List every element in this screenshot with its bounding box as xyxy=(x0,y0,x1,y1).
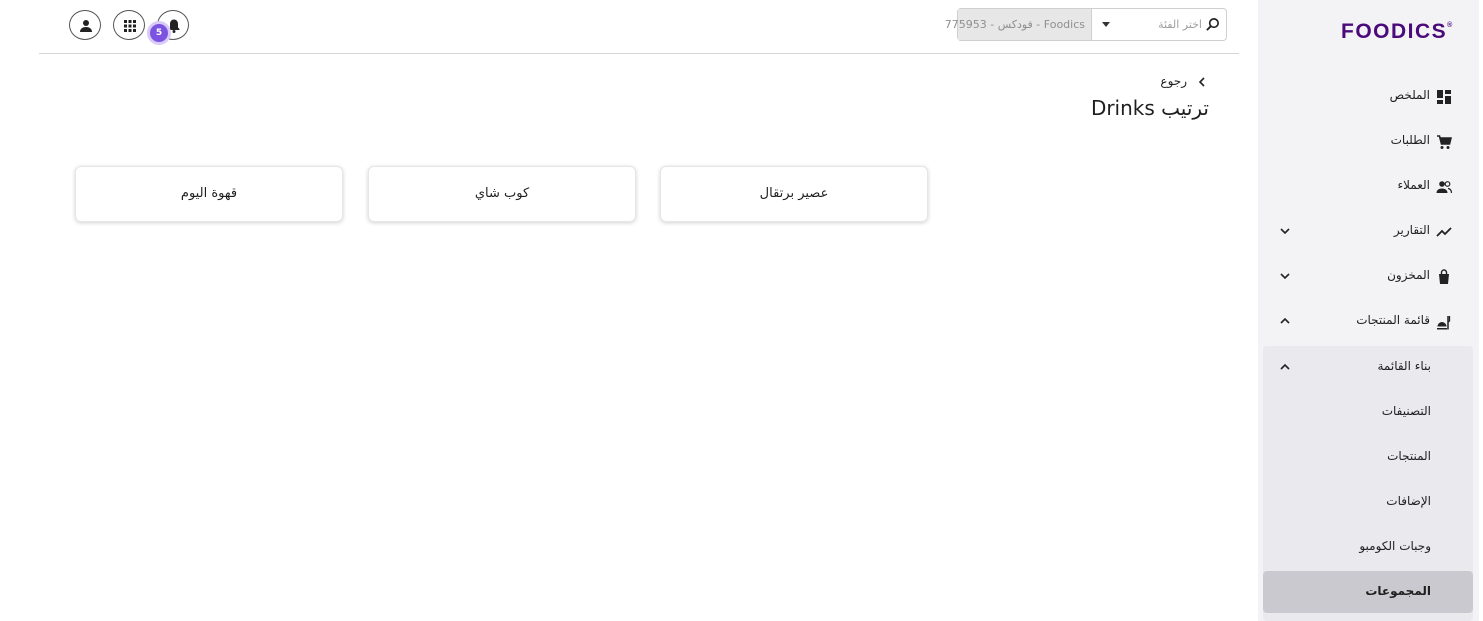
sidebar-item-label: التقارير xyxy=(1393,223,1430,237)
card-label: كوب شاي xyxy=(474,186,530,201)
sidebar: FOODICS® الملخص الطلبات العملاء التقارير… xyxy=(1258,0,1479,621)
back-label: رجوع xyxy=(1160,74,1187,88)
chevron-down-icon[interactable] xyxy=(1278,224,1292,238)
sidebar-item-customers[interactable]: العملاء xyxy=(1258,165,1479,209)
search-placeholder[interactable]: اختر الفئة xyxy=(1158,18,1202,31)
submenu-item-products[interactable]: المنتجات xyxy=(1263,436,1473,478)
search-icon xyxy=(1206,18,1219,31)
profile-button[interactable] xyxy=(69,10,101,40)
submenu-item-modifiers[interactable]: الإضافات xyxy=(1263,481,1473,523)
submenu-item-combos[interactable]: وجبات الكومبو xyxy=(1263,526,1473,568)
category-search[interactable]: 775953 - فودكس - Foodics اختر الفئة xyxy=(945,8,1227,41)
submenu-item-label: الإضافات xyxy=(1386,494,1431,508)
sortable-card[interactable]: عصير برتقال xyxy=(660,166,928,222)
bag-icon xyxy=(1439,269,1449,284)
submenu-item-categories[interactable]: التصنيفات xyxy=(1263,391,1473,433)
people-icon xyxy=(1436,181,1452,194)
trend-icon xyxy=(1436,227,1452,237)
submenu-item-groups[interactable]: المجموعات xyxy=(1263,571,1473,613)
sidebar-item-inventory[interactable]: المخزون xyxy=(1258,255,1479,299)
submenu-title: بناء القائمة xyxy=(1377,359,1431,373)
submenu-item-label: التصنيفات xyxy=(1381,404,1431,418)
back-link[interactable]: رجوع xyxy=(1150,74,1208,92)
chevron-down-icon[interactable] xyxy=(1278,269,1292,283)
dashboard-icon xyxy=(1437,90,1451,104)
logo-text: FOODICS xyxy=(1341,20,1448,43)
bell-icon xyxy=(168,19,180,33)
submenu-item-label: وجبات الكومبو xyxy=(1359,539,1431,553)
chevron-up-icon[interactable] xyxy=(1278,360,1292,374)
caret-down-icon[interactable] xyxy=(1102,22,1110,28)
sidebar-item-label: المخزون xyxy=(1387,268,1430,282)
menu-food-icon xyxy=(1437,316,1451,330)
submenu-header-build-menu[interactable]: بناء القائمة xyxy=(1263,346,1473,388)
top-bar: 5 775953 - فودكس - Foodics اختر الفئة xyxy=(39,0,1239,54)
sidebar-item-summary[interactable]: الملخص xyxy=(1258,75,1479,119)
chevron-up-icon[interactable] xyxy=(1278,314,1292,328)
sidebar-item-reports[interactable]: التقارير xyxy=(1258,210,1479,254)
account-select[interactable]: 775953 - فودكس - Foodics xyxy=(945,9,1092,40)
submenu-item-label: المجموعات xyxy=(1365,584,1431,598)
sidebar-item-menu[interactable]: قائمة المنتجات xyxy=(1258,300,1479,344)
apps-button[interactable] xyxy=(113,10,145,40)
notification-count-badge: 5 xyxy=(150,24,168,42)
account-select-value: 775953 - فودكس - Foodics xyxy=(944,18,1085,31)
user-icon xyxy=(80,20,92,32)
sidebar-item-label: قائمة المنتجات xyxy=(1356,313,1430,327)
sortable-card[interactable]: كوب شاي xyxy=(368,166,636,222)
page-title: ترتيب Drinks xyxy=(1090,96,1209,120)
sidebar-item-label: الطلبات xyxy=(1390,133,1430,147)
logo-mark: ® xyxy=(1447,22,1454,29)
sidebar-item-label: العملاء xyxy=(1397,178,1430,192)
card-label: قهوة اليوم xyxy=(180,186,238,201)
submenu-item-label: المنتجات xyxy=(1387,449,1431,463)
cart-icon xyxy=(1437,135,1452,149)
menu-builder-panel: بناء القائمة التصنيفات المنتجات الإضافات… xyxy=(1263,346,1473,621)
sidebar-item-orders[interactable]: الطلبات xyxy=(1258,120,1479,164)
card-label: عصير برتقال xyxy=(759,186,829,201)
chevron-left-icon xyxy=(1198,77,1205,87)
foodics-logo[interactable]: FOODICS® xyxy=(1341,20,1454,43)
apps-grid-icon xyxy=(124,20,136,32)
sidebar-item-label: الملخص xyxy=(1389,88,1430,102)
sortable-card[interactable]: قهوة اليوم xyxy=(75,166,343,222)
